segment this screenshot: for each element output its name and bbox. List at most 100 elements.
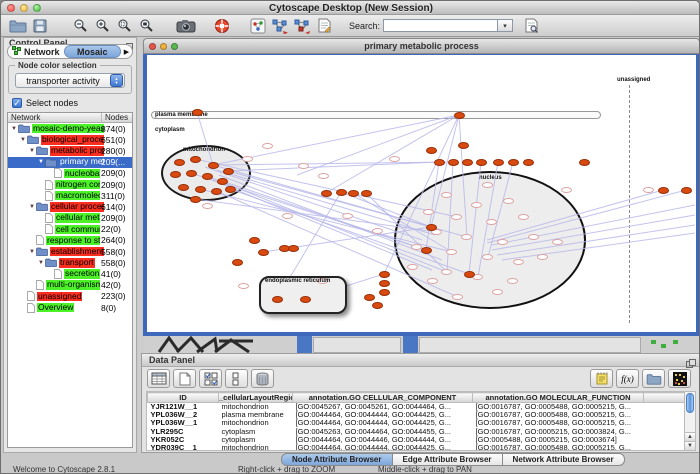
table-column-header[interactable]: _cellularLayoutRegion bbox=[219, 393, 293, 403]
zoom-out-icon[interactable] bbox=[69, 16, 91, 36]
network-node[interactable] bbox=[503, 198, 514, 204]
disclosure-triangle-icon[interactable]: ▼ bbox=[19, 137, 27, 143]
selected-network-node[interactable] bbox=[523, 159, 534, 166]
selected-network-node[interactable] bbox=[421, 247, 432, 254]
zoom-fit-icon[interactable] bbox=[135, 16, 157, 36]
tree-row[interactable]: ▼mosaic-demo-yeast874(0) bbox=[8, 123, 132, 134]
table-column-header[interactable]: annotation.GO CELLULAR_COMPONENT bbox=[293, 393, 473, 403]
selected-network-node[interactable] bbox=[379, 289, 390, 296]
network-node[interactable] bbox=[427, 278, 438, 284]
selected-network-node[interactable] bbox=[190, 196, 201, 203]
selected-network-node[interactable] bbox=[174, 159, 185, 166]
selected-network-node[interactable] bbox=[426, 147, 437, 154]
selected-network-node[interactable] bbox=[462, 159, 473, 166]
advanced-search-icon[interactable] bbox=[521, 16, 543, 36]
network-node[interactable] bbox=[461, 234, 472, 240]
selected-network-node[interactable] bbox=[288, 245, 299, 252]
table-settings-icon[interactable] bbox=[147, 369, 170, 388]
tree-row[interactable]: multi-organism pro42(0) bbox=[8, 280, 132, 291]
network-node[interactable] bbox=[513, 259, 524, 265]
network-node[interactable] bbox=[643, 187, 654, 193]
network-node[interactable] bbox=[238, 283, 249, 289]
scrollbar-thumb[interactable] bbox=[686, 393, 694, 413]
table-column-header[interactable] bbox=[644, 393, 690, 403]
selected-network-node[interactable] bbox=[225, 186, 236, 193]
network-node[interactable] bbox=[528, 234, 539, 240]
table-row[interactable]: YKR052Ccytoplasm[GO:0044464, GO:0044446,… bbox=[148, 436, 690, 444]
selected-network-node[interactable] bbox=[379, 280, 390, 287]
network-node[interactable] bbox=[452, 294, 463, 300]
tree-row[interactable]: response to stimul264(0) bbox=[8, 235, 132, 246]
network-node[interactable] bbox=[518, 214, 529, 220]
network-node[interactable] bbox=[262, 143, 273, 149]
network-node[interactable] bbox=[561, 187, 572, 193]
network-node[interactable] bbox=[407, 264, 418, 270]
tree-row[interactable]: nitrogen compo209(0) bbox=[8, 179, 132, 190]
table-row[interactable]: YDR039C__1mitochondrion[GO:0044464, GO:0… bbox=[148, 444, 690, 451]
help-ring-icon[interactable] bbox=[211, 16, 233, 36]
search-dropdown-button[interactable]: ▾ bbox=[498, 19, 513, 32]
network-node[interactable] bbox=[482, 254, 493, 260]
disclosure-triangle-icon[interactable]: ▼ bbox=[37, 159, 45, 165]
selected-network-node[interactable] bbox=[208, 162, 219, 169]
network-node[interactable] bbox=[537, 254, 548, 260]
selected-network-node[interactable] bbox=[372, 302, 383, 309]
selected-network-node[interactable] bbox=[178, 184, 189, 191]
selected-network-node[interactable] bbox=[249, 237, 260, 244]
network-node[interactable] bbox=[318, 173, 329, 179]
table-row[interactable]: YJR121W__1mitochondrion[GO:0045267, GO:0… bbox=[148, 403, 690, 412]
new-attribute-icon[interactable] bbox=[173, 369, 196, 388]
network-node[interactable] bbox=[372, 228, 383, 234]
tree-row[interactable]: ▼biological_process651(0) bbox=[8, 134, 132, 145]
selected-network-node[interactable] bbox=[272, 296, 283, 303]
create-view-icon[interactable] bbox=[269, 16, 291, 36]
network-node[interactable] bbox=[423, 209, 434, 215]
selected-network-node[interactable] bbox=[454, 112, 465, 119]
selected-network-node[interactable] bbox=[379, 271, 390, 278]
network-node[interactable] bbox=[242, 156, 253, 162]
tree-row[interactable]: ▼primary metabo209(... bbox=[8, 157, 132, 168]
zoom-selected-icon[interactable] bbox=[113, 16, 135, 36]
attribute-matrix-icon[interactable] bbox=[668, 369, 691, 388]
table-row[interactable]: YLR295Ccytoplasm[GO:0045263, GO:0044464,… bbox=[148, 428, 690, 436]
network-node[interactable] bbox=[486, 219, 497, 225]
selected-network-node[interactable] bbox=[508, 159, 519, 166]
selected-network-node[interactable] bbox=[458, 142, 469, 149]
tree-row[interactable]: ▼establishment of lo558(0) bbox=[8, 246, 132, 257]
snapshot-icon[interactable] bbox=[175, 16, 197, 36]
selected-network-node[interactable] bbox=[476, 159, 487, 166]
selected-network-node[interactable] bbox=[464, 271, 475, 278]
destroy-view-icon[interactable] bbox=[291, 16, 313, 36]
table-scrollbar[interactable]: ▲ ▼ bbox=[684, 391, 696, 451]
selected-network-node[interactable] bbox=[658, 187, 669, 194]
selected-network-node[interactable] bbox=[321, 190, 332, 197]
network-node[interactable] bbox=[552, 239, 563, 245]
network-node[interactable] bbox=[441, 192, 452, 198]
selected-network-node[interactable] bbox=[186, 170, 197, 177]
selected-network-node[interactable] bbox=[579, 159, 590, 166]
network-node[interactable] bbox=[492, 289, 503, 295]
network-node[interactable] bbox=[451, 214, 462, 220]
tree-row[interactable]: nucleobase-209(0) bbox=[8, 168, 132, 179]
select-attributes-icon[interactable] bbox=[199, 369, 222, 388]
table-row[interactable]: YPL036W__1mitochondrion[GO:0044464, GO:0… bbox=[148, 419, 690, 427]
disclosure-triangle-icon[interactable]: ▼ bbox=[37, 260, 45, 266]
search-input[interactable] bbox=[383, 19, 498, 32]
import-attributes-icon[interactable] bbox=[642, 369, 665, 388]
tree-row[interactable]: ▼cellular process614(0) bbox=[8, 201, 132, 212]
scroll-down-icon[interactable]: ▼ bbox=[685, 441, 695, 450]
selected-network-node[interactable] bbox=[195, 186, 206, 193]
function-builder-icon[interactable]: f(x) bbox=[616, 369, 639, 388]
network-node[interactable] bbox=[389, 156, 400, 162]
network-node[interactable] bbox=[202, 203, 213, 209]
selected-network-node[interactable] bbox=[258, 249, 269, 256]
unselect-attributes-icon[interactable] bbox=[225, 369, 248, 388]
network-node[interactable] bbox=[471, 202, 482, 208]
network-node[interactable] bbox=[342, 213, 353, 219]
table-row[interactable]: YPL036W__2plasma membrane[GO:0044464, GO… bbox=[148, 411, 690, 419]
selected-network-node[interactable] bbox=[364, 294, 375, 301]
disclosure-triangle-icon[interactable]: ▼ bbox=[28, 148, 36, 154]
network-node[interactable] bbox=[441, 269, 452, 275]
delete-attribute-icon[interactable] bbox=[251, 369, 274, 388]
selected-network-node[interactable] bbox=[192, 109, 203, 116]
